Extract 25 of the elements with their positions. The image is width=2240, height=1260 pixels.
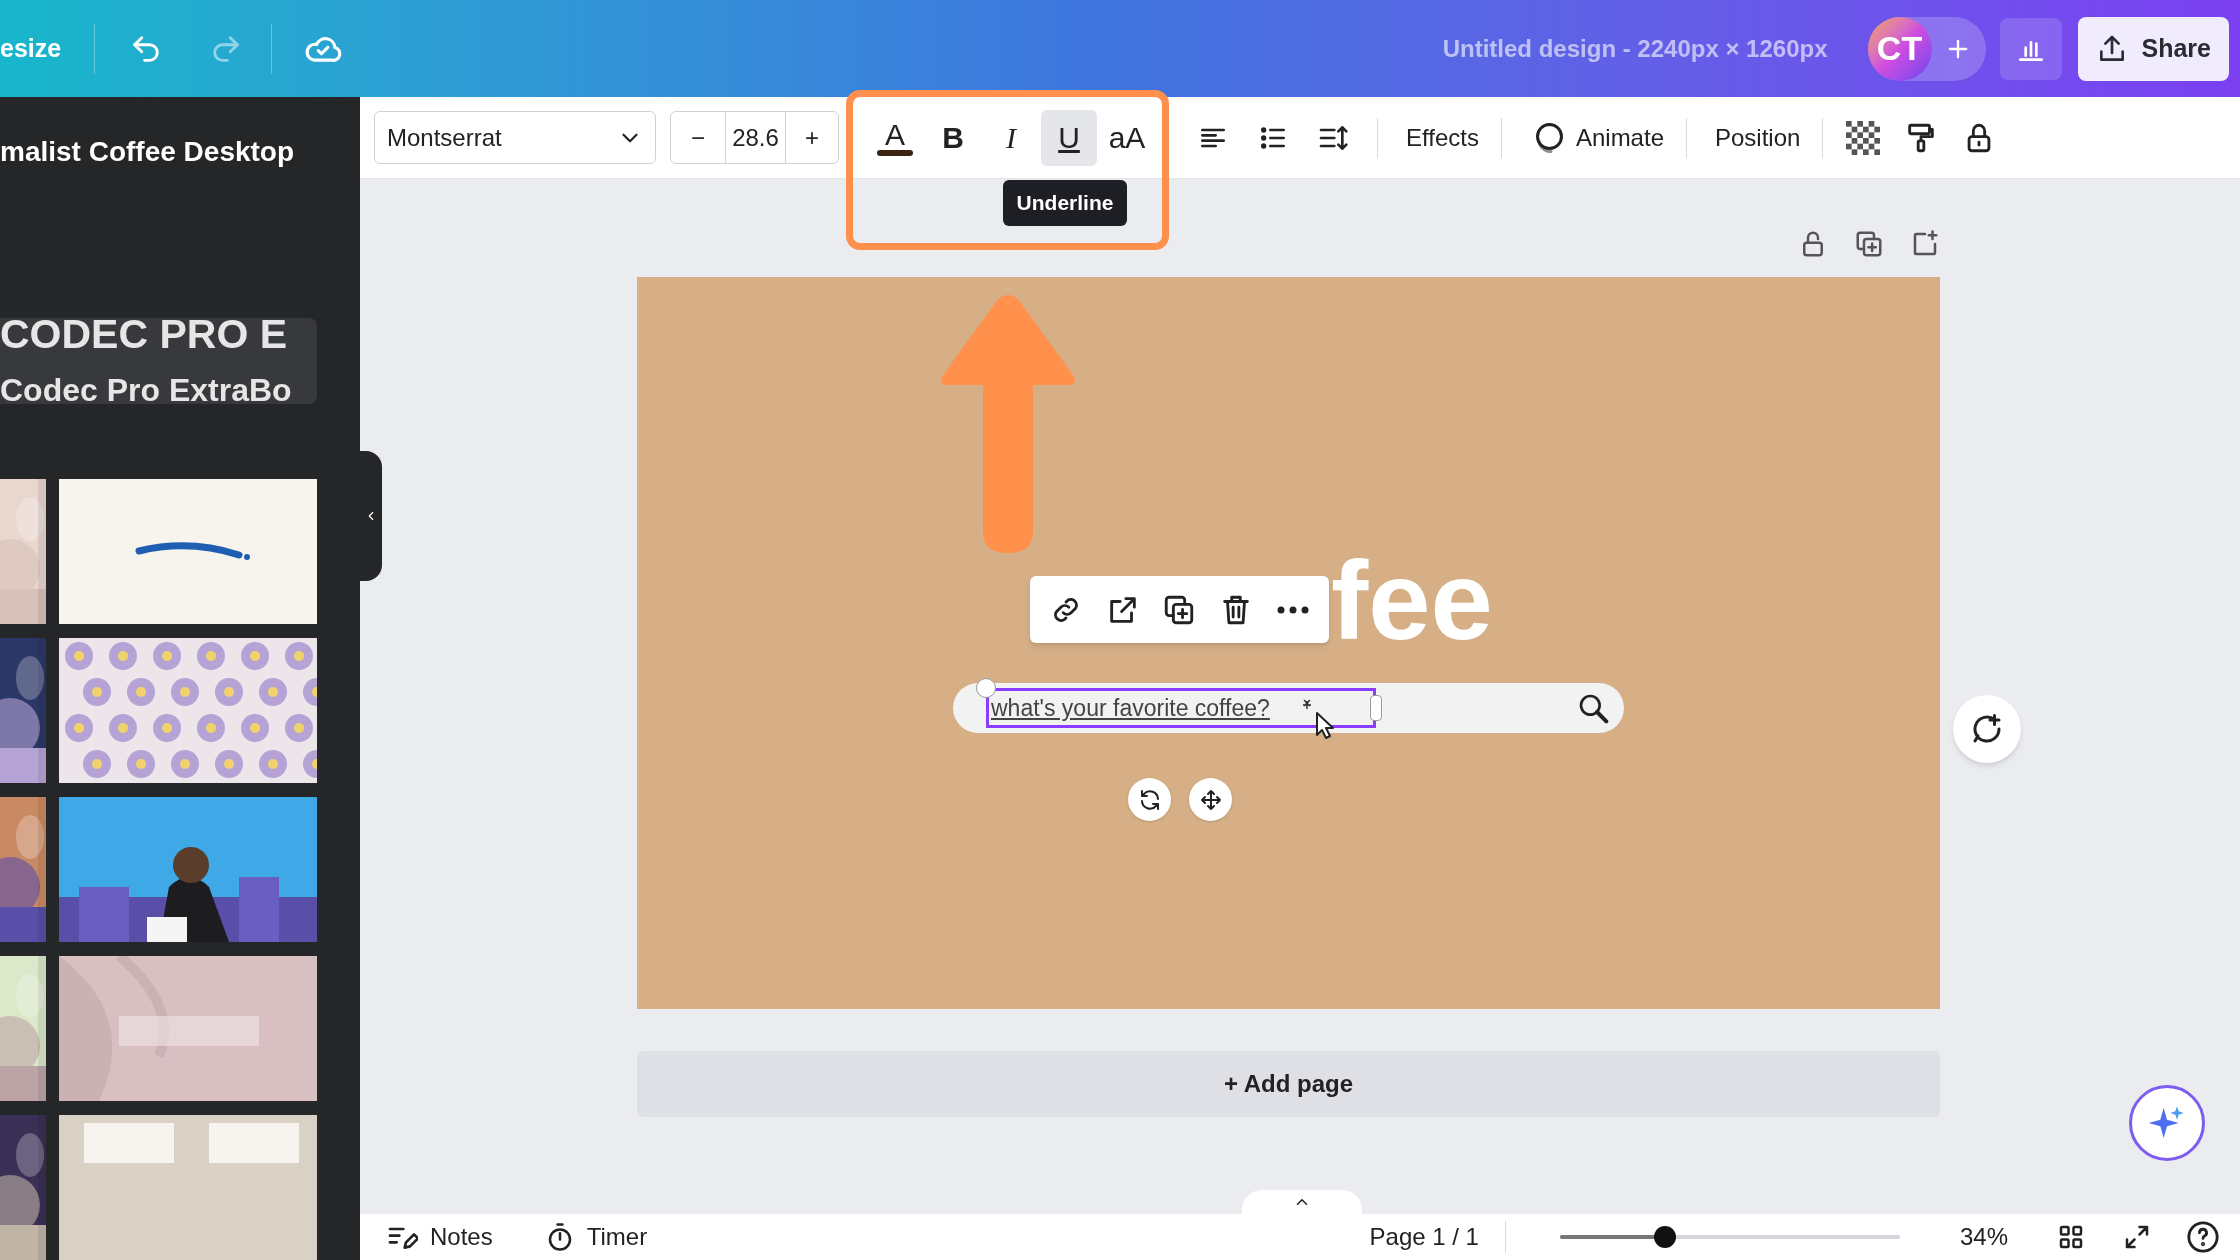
heading-text: fee	[1331, 545, 1493, 657]
underline-button[interactable]: U	[1041, 109, 1097, 166]
timer-button[interactable]: Timer	[544, 1219, 648, 1255]
notes-button[interactable]: Notes	[386, 1219, 493, 1255]
add-page-button[interactable]: + Add page	[637, 1051, 1940, 1117]
tooltip: Underline	[1003, 180, 1127, 226]
position-button[interactable]: Position	[1707, 112, 1809, 163]
italic-button[interactable]: I	[983, 109, 1039, 166]
page-indicator[interactable]: Page 1 / 1	[1369, 1219, 1479, 1255]
user-avatar[interactable]: CT	[1867, 16, 1932, 81]
bold-button[interactable]: B	[925, 109, 981, 166]
increase-size-button[interactable]: +	[786, 112, 838, 163]
design-name: malist Coffee Desktop	[0, 136, 296, 168]
font-card[interactable]: CODEC PRO E Codec Pro ExtraBo	[0, 318, 317, 404]
font-size-value[interactable]: 28.6	[725, 112, 786, 163]
zoom-percentage[interactable]: 34%	[1959, 1219, 2008, 1255]
share-button[interactable]: Share	[2077, 16, 2229, 81]
decrease-size-button[interactable]: −	[671, 112, 725, 163]
effects-button[interactable]: Effects	[1398, 112, 1487, 163]
font-dropdown[interactable]: Montserrat	[374, 111, 656, 164]
font-preview-subheading: Codec Pro ExtraBo	[0, 371, 293, 404]
text-color-button[interactable]: A	[867, 109, 923, 166]
animate-button[interactable]: Animate	[1521, 112, 1672, 163]
font-preview-heading: CODEC PRO E	[0, 318, 289, 359]
text-case-button[interactable]: aA	[1099, 109, 1155, 166]
